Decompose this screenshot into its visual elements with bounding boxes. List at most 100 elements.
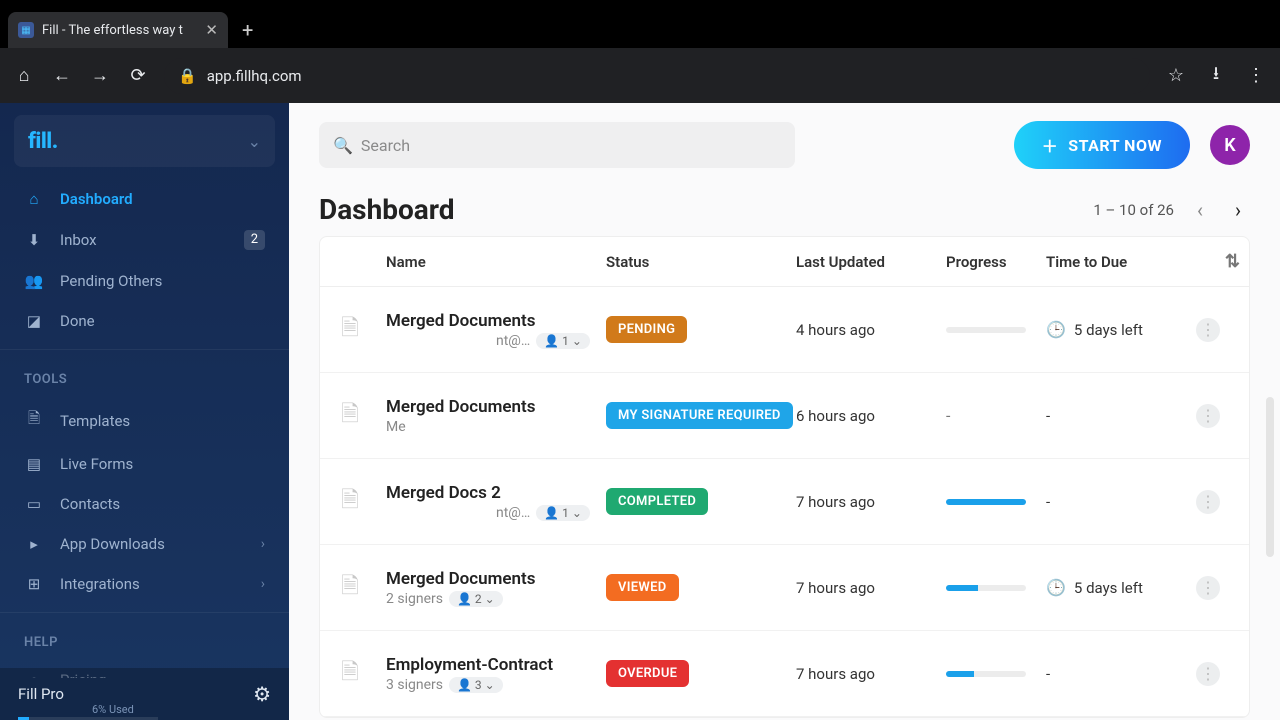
- time-to-due: -: [1046, 493, 1196, 511]
- signer-chip[interactable]: 👤 3 ⌄: [449, 677, 503, 693]
- last-updated: 7 hours ago: [796, 579, 946, 597]
- table-row[interactable]: 🗎Employment-Contract3 signers👤 3 ⌄OVERDU…: [320, 631, 1249, 717]
- document-name: Merged Documents: [386, 311, 606, 331]
- search-input[interactable]: 🔍 Search: [319, 122, 795, 168]
- sidebar-nav-tools: 🗎Templates▤Live Forms▭Contacts▸App Downl…: [0, 393, 289, 608]
- tab-close-icon[interactable]: ✕: [205, 21, 218, 39]
- browser-chrome: ▦ Fill - The effortless way t ✕ + ⌂ ← → …: [0, 0, 1280, 103]
- start-now-label: START NOW: [1068, 136, 1162, 155]
- table-row[interactable]: 🗎Merged DocumentsMeMY SIGNATURE REQUIRED…: [320, 373, 1249, 459]
- table-row[interactable]: 🗎Merged Documentsnt@…👤 1 ⌄PENDING4 hours…: [320, 287, 1249, 373]
- section-label-tools: TOOLS: [0, 354, 289, 393]
- star-icon[interactable]: ☆: [1164, 65, 1188, 86]
- browser-toolbar: ⌂ ← → ⟳ 🔒 app.fillhq.com ☆ ⭳ ⋮: [0, 48, 1280, 103]
- sidebar-item-dashboard[interactable]: ⌂Dashboard: [0, 179, 289, 219]
- document-name: Employment-Contract: [386, 655, 606, 675]
- sidebar-item-done[interactable]: ◪ Done: [0, 301, 289, 341]
- start-now-button[interactable]: ＋ START NOW: [1014, 121, 1190, 169]
- last-updated: 7 hours ago: [796, 493, 946, 511]
- url-text: app.fillhq.com: [207, 67, 302, 85]
- row-menu-icon[interactable]: ⋮: [1196, 404, 1220, 428]
- download-icon: ▸: [24, 535, 44, 553]
- document-icon: 🗎: [338, 488, 362, 516]
- progress-cell: [946, 671, 1046, 677]
- last-updated: 4 hours ago: [796, 321, 946, 339]
- row-menu-icon[interactable]: ⋮: [1196, 576, 1220, 600]
- template-icon: 🗎: [24, 408, 44, 433]
- check-icon: ◪: [24, 312, 44, 330]
- browser-tab[interactable]: ▦ Fill - The effortless way t ✕: [8, 12, 228, 48]
- chevron-right-icon: ›: [261, 576, 265, 592]
- col-updated: Last Updated: [796, 253, 946, 271]
- kebab-menu-icon[interactable]: ⋮: [1244, 65, 1268, 86]
- main: 🔍 Search ＋ START NOW K Dashboard 1 – 10 …: [289, 103, 1280, 720]
- url-bar[interactable]: 🔒 app.fillhq.com: [164, 58, 1150, 94]
- status-badge: PENDING: [606, 316, 687, 343]
- signer-chip[interactable]: 👤 2 ⌄: [449, 591, 503, 607]
- col-status: Status: [606, 253, 796, 271]
- sidebar-nav-main: ⌂Dashboard⬇Inbox2👥Pending Others ◪ Done: [0, 175, 289, 345]
- status-badge: VIEWED: [606, 574, 679, 601]
- tab-favicon-icon: ▦: [18, 22, 34, 38]
- avatar[interactable]: K: [1210, 125, 1250, 165]
- new-tab-button[interactable]: +: [228, 18, 267, 48]
- topbar: 🔍 Search ＋ START NOW K: [319, 121, 1250, 169]
- signer-chip[interactable]: 👤 1 ⌄: [536, 333, 590, 349]
- row-menu-icon[interactable]: ⋮: [1196, 318, 1220, 342]
- sidebar-item-pending-others[interactable]: 👥Pending Others: [0, 261, 289, 301]
- home-icon[interactable]: ⌂: [12, 65, 36, 86]
- reload-icon[interactable]: ⟳: [126, 65, 150, 86]
- sidebar-item-inbox[interactable]: ⬇Inbox2: [0, 219, 289, 261]
- sidebar-item-app-downloads[interactable]: ▸App Downloads›: [0, 524, 289, 564]
- last-updated: 7 hours ago: [796, 665, 946, 683]
- sidebar-item-label: Contacts: [60, 495, 120, 513]
- sidebar-item-integrations[interactable]: ⊞Integrations›: [0, 564, 289, 604]
- tab-title: Fill - The effortless way t: [42, 23, 183, 38]
- pager-prev-icon[interactable]: ‹: [1188, 198, 1212, 222]
- pager-range: 1 – 10 of 26: [1093, 201, 1174, 219]
- document-subtext: nt@…👤 1 ⌄: [386, 505, 606, 521]
- back-icon[interactable]: ←: [50, 65, 74, 86]
- sidebar-item-contacts[interactable]: ▭Contacts: [0, 484, 289, 524]
- sidebar-item-label: Done: [60, 312, 95, 330]
- progress-cell: [946, 499, 1046, 505]
- scrollbar-vertical[interactable]: [1266, 397, 1274, 557]
- sidebar-item-label: Dashboard: [60, 190, 133, 208]
- documents-table: Name Status Last Updated Progress Time t…: [319, 236, 1250, 718]
- lock-icon: 🔒: [178, 67, 197, 85]
- status-badge: OVERDUE: [606, 660, 689, 687]
- status-badge: MY SIGNATURE REQUIRED: [606, 402, 793, 429]
- clock-icon: 🕒: [1046, 320, 1066, 339]
- integrations-icon: ⊞: [24, 575, 44, 593]
- tab-strip: ▦ Fill - The effortless way t ✕ +: [0, 0, 1280, 48]
- progress-bar: [946, 499, 1026, 505]
- row-menu-icon[interactable]: ⋮: [1196, 490, 1220, 514]
- gear-icon[interactable]: ⚙: [253, 682, 271, 706]
- app-root: fill. ⌄ ⌂Dashboard⬇Inbox2👥Pending Others…: [0, 103, 1280, 720]
- plus-icon: ＋: [1042, 133, 1059, 157]
- sidebar-item-templates[interactable]: 🗎Templates: [0, 397, 289, 444]
- col-due: Time to Due: [1046, 253, 1196, 271]
- status-badge: COMPLETED: [606, 488, 708, 515]
- table-row[interactable]: 🗎 Merged Docs 2 nt@…👤 1 ⌄COMPLETED 7 hours …: [320, 459, 1249, 545]
- progress-cell: [946, 327, 1046, 333]
- pager-next-icon[interactable]: ›: [1226, 198, 1250, 222]
- plan-bar: Fill Pro ⚙ 6% Used: [0, 668, 289, 720]
- sidebar-item-live-forms[interactable]: ▤Live Forms: [0, 444, 289, 484]
- inbox-icon: ⬇: [24, 231, 44, 249]
- document-name: Merged Docs 2: [386, 483, 606, 503]
- table-row[interactable]: 🗎Merged Documents2 signers👤 2 ⌄VIEWED7 h…: [320, 545, 1249, 631]
- forward-icon[interactable]: →: [88, 65, 112, 86]
- signer-chip[interactable]: 👤 1 ⌄: [536, 505, 590, 521]
- divider: [0, 612, 289, 613]
- row-menu-icon[interactable]: ⋮: [1196, 662, 1220, 686]
- document-name: Merged Documents: [386, 569, 606, 589]
- col-progress: Progress: [946, 253, 1046, 271]
- progress-bar: [946, 671, 1026, 677]
- sort-icon[interactable]: ⇅: [1225, 251, 1240, 272]
- download-icon[interactable]: ⭳: [1204, 61, 1228, 91]
- sidebar-item-label: Pending Others: [60, 272, 162, 290]
- progress-bar: [946, 327, 1026, 333]
- workspace-switcher[interactable]: fill. ⌄: [14, 115, 275, 167]
- document-icon: 🗎: [338, 316, 362, 344]
